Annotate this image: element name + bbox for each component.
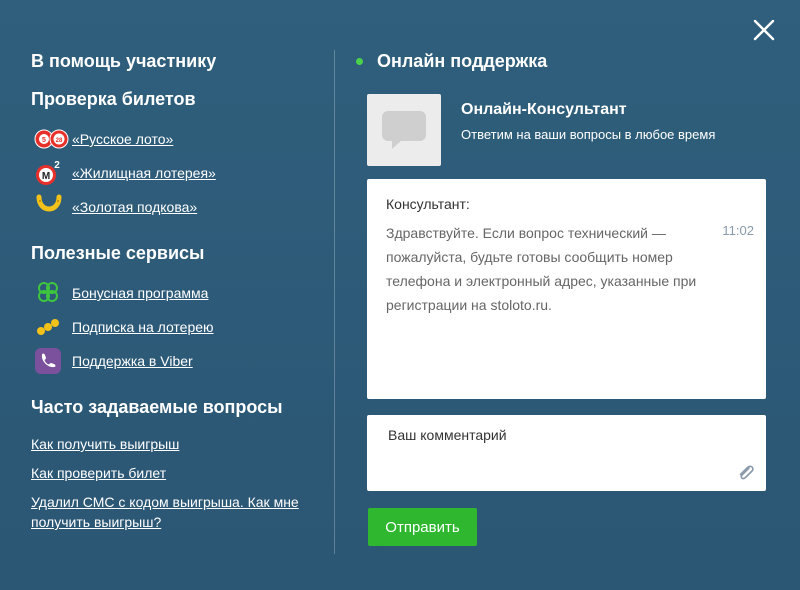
- avatar: [367, 94, 441, 166]
- chat-message: Здравствуйте. Если вопрос технический — …: [386, 225, 697, 313]
- ticket-check-title: Проверка билетов: [31, 89, 196, 109]
- chat-bubble-icon: [382, 111, 426, 149]
- comment-box: [367, 415, 766, 491]
- service-link-label[interactable]: Поддержка в Viber: [72, 353, 193, 369]
- ticket-link-label[interactable]: «Жилищная лотерея»: [72, 165, 216, 181]
- ticket-link-label[interactable]: «Золотая подкова»: [72, 199, 197, 215]
- comment-input[interactable]: [386, 425, 730, 485]
- online-support-header: Онлайн поддержка: [356, 48, 766, 74]
- faq-list: Как получить выигрыш Как проверить билет…: [31, 434, 321, 532]
- help-title: В помощь участнику: [31, 51, 217, 71]
- faq-link[interactable]: Удалил СМС с кодом выигрыша. Как мне пол…: [31, 492, 321, 532]
- viber-icon: [34, 346, 72, 376]
- golden-horseshoe-icon: [34, 192, 72, 222]
- online-status-dot: [356, 57, 363, 65]
- faq-title: Часто задаваемые вопросы: [31, 397, 283, 417]
- close-icon[interactable]: [752, 18, 776, 42]
- help-column: В помощь участнику Проверка билетов 5 28…: [31, 48, 321, 541]
- column-divider: [334, 50, 335, 554]
- ticket-link-russian-loto[interactable]: 5 28 «Русское лото»: [31, 122, 321, 156]
- service-link-viber[interactable]: Поддержка в Viber: [31, 344, 321, 378]
- subscription-icon: [34, 312, 72, 342]
- russian-loto-icon: 5 28: [34, 124, 72, 154]
- service-link-bonus[interactable]: Бонусная программа: [31, 276, 321, 310]
- send-button[interactable]: Отправить: [368, 508, 477, 546]
- faq-link[interactable]: Как проверить билет: [31, 463, 321, 483]
- support-panel: В помощь участнику Проверка билетов 5 28…: [0, 0, 800, 590]
- ticket-link-housing-lottery[interactable]: M 2 «Жилищная лотерея»: [31, 156, 321, 190]
- services-title: Полезные сервисы: [31, 243, 205, 263]
- svg-text:28: 28: [56, 138, 63, 144]
- service-link-subscription[interactable]: Подписка на лотерею: [31, 310, 321, 344]
- clover-icon: [34, 278, 72, 308]
- paperclip-icon[interactable]: [736, 463, 756, 483]
- ticket-link-label[interactable]: «Русское лото»: [72, 131, 173, 147]
- service-link-label[interactable]: Подписка на лотерею: [72, 319, 214, 335]
- housing-lottery-icon: M 2: [34, 158, 72, 188]
- consultant-subtitle: Ответим на ваши вопросы в любое время: [461, 127, 716, 142]
- svg-text:5: 5: [42, 137, 46, 144]
- svg-text:2: 2: [54, 160, 60, 171]
- svg-text:M: M: [42, 171, 50, 182]
- ticket-link-golden-horseshoe[interactable]: «Золотая подкова»: [31, 190, 321, 224]
- online-support-column: Онлайн поддержка Онлайн-Консультант Отве…: [356, 48, 766, 546]
- consultant-name: Онлайн-Консультант: [461, 101, 627, 118]
- service-link-label[interactable]: Бонусная программа: [72, 285, 208, 301]
- chat-log[interactable]: Консультант: Здравствуйте. Если вопрос т…: [367, 179, 766, 399]
- chat-time: 11:02: [722, 223, 754, 238]
- online-support-title: Онлайн поддержка: [377, 51, 548, 71]
- faq-link[interactable]: Как получить выигрыш: [31, 434, 321, 454]
- chat-author: Консультант:: [386, 196, 470, 212]
- consultant-card: Онлайн-Консультант Ответим на ваши вопро…: [367, 94, 766, 166]
